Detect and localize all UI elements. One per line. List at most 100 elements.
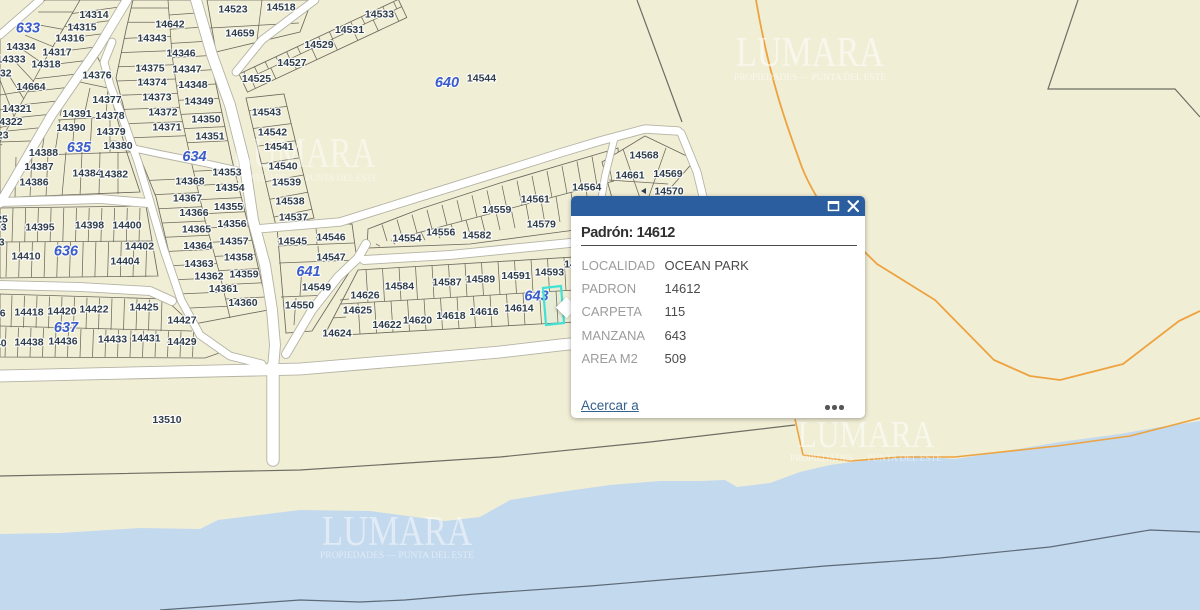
svg-text:14523: 14523 [218,4,247,16]
svg-text:14334: 14334 [6,41,35,53]
svg-text:14422: 14422 [79,304,108,316]
svg-text:14431: 14431 [131,333,160,345]
svg-text:14429: 14429 [167,336,196,348]
svg-text:14323: 14323 [0,130,9,142]
svg-text:14626: 14626 [350,290,379,302]
svg-text:14438: 14438 [14,337,43,349]
svg-text:14368: 14368 [175,176,204,188]
svg-text:14314: 14314 [79,9,108,21]
svg-text:640: 640 [435,75,459,91]
svg-text:14518: 14518 [266,2,295,14]
svg-text:635: 635 [67,140,92,156]
svg-text:14363: 14363 [184,258,213,270]
svg-text:14376: 14376 [82,70,111,82]
svg-text:14343: 14343 [137,33,166,45]
svg-text:14427: 14427 [167,315,196,327]
svg-text:14360: 14360 [228,297,257,309]
svg-text:PROPIEDADES — PUNTA DEL ESTE: PROPIEDADES — PUNTA DEL ESTE [320,550,475,560]
svg-text:14420: 14420 [47,306,76,318]
svg-text:14564: 14564 [572,181,601,193]
svg-text:14587: 14587 [432,277,461,289]
svg-text:14542: 14542 [258,127,287,139]
svg-text:14433: 14433 [98,334,127,346]
svg-text:14549: 14549 [302,282,331,294]
svg-text:14372: 14372 [148,107,177,119]
svg-text:14316: 14316 [55,33,84,45]
svg-text:14540: 14540 [268,161,297,173]
svg-text:14545: 14545 [278,236,307,248]
svg-text:14531: 14531 [335,24,364,36]
svg-text:14371: 14371 [152,122,181,134]
svg-text:14380: 14380 [103,140,132,152]
svg-text:14346: 14346 [166,48,195,60]
svg-text:LUMARA: LUMARA [322,509,473,555]
svg-text:LUMARA: LUMARA [798,414,935,456]
svg-text:14625: 14625 [343,305,372,317]
svg-text:14616: 14616 [469,306,498,318]
svg-text:14436: 14436 [48,336,77,348]
svg-text:14614: 14614 [504,303,533,315]
svg-text:14364: 14364 [183,240,212,252]
svg-text:14332: 14332 [0,68,12,80]
svg-text:14333: 14333 [0,54,26,66]
svg-text:14589: 14589 [466,274,495,286]
svg-text:LUMARA: LUMARA [736,30,885,76]
svg-text:14546: 14546 [316,232,345,244]
svg-text:14362: 14362 [194,271,223,283]
svg-text:14317: 14317 [42,47,71,59]
svg-text:14382: 14382 [99,169,128,181]
svg-text:14618: 14618 [436,310,465,322]
svg-text:14358: 14358 [224,252,253,264]
svg-text:14404: 14404 [110,256,139,268]
svg-text:14350: 14350 [191,114,220,126]
svg-text:14388: 14388 [29,147,58,159]
svg-text:LUMARA: LUMARA [233,131,377,177]
svg-text:14539: 14539 [272,177,301,189]
svg-text:PROPIEDADES — PUNTA DEL ESTE: PROPIEDADES — PUNTA DEL ESTE [231,173,379,183]
svg-text:14354: 14354 [215,182,244,194]
svg-text:14582: 14582 [462,229,491,241]
svg-text:14547: 14547 [316,252,345,264]
svg-text:14391: 14391 [62,108,91,120]
svg-text:14579: 14579 [527,219,556,231]
svg-text:PROPIEDADES — PUNTA DEL ESTE: PROPIEDADES — PUNTA DEL ESTE [734,72,887,82]
svg-text:14425: 14425 [129,302,158,314]
svg-text:14355: 14355 [214,201,243,213]
svg-text:14440: 14440 [0,338,7,350]
svg-text:14400: 14400 [112,220,141,232]
svg-text:634: 634 [182,149,206,165]
svg-text:14537: 14537 [279,212,308,224]
svg-text:14386: 14386 [19,177,48,189]
svg-text:14533: 14533 [365,9,394,21]
svg-text:637: 637 [54,320,79,336]
svg-text:14661: 14661 [615,170,644,182]
svg-text:25: 25 [0,214,8,226]
svg-text:14559: 14559 [482,204,511,216]
svg-text:14416: 14416 [0,308,6,320]
svg-text:633: 633 [16,21,40,37]
svg-text:14529: 14529 [304,39,333,51]
svg-text:14659: 14659 [225,28,254,40]
svg-text:14642: 14642 [155,19,184,31]
svg-text:14556: 14556 [426,227,455,239]
svg-text:14584: 14584 [385,281,414,293]
svg-text:14318: 14318 [31,59,60,71]
svg-text:14622: 14622 [372,319,401,331]
svg-text:14568: 14568 [629,150,658,162]
svg-text:14664: 14664 [16,81,45,93]
svg-text:14356: 14356 [217,218,246,230]
svg-text:14402: 14402 [125,241,154,253]
svg-text:14373: 14373 [142,92,171,104]
svg-text:14624: 14624 [322,328,351,340]
svg-text:14543: 14543 [252,107,281,119]
svg-text:14538: 14538 [275,196,304,208]
svg-text:14379: 14379 [96,126,125,138]
svg-text:14544: 14544 [467,73,496,85]
svg-text:14591: 14591 [501,270,530,282]
svg-text:14321: 14321 [2,103,31,115]
svg-text:14353: 14353 [212,167,241,179]
svg-text:PROPIEDADES — PUNTA DEL ESTE: PROPIEDADES — PUNTA DEL ESTE [790,453,943,463]
svg-text:636: 636 [54,244,79,260]
svg-text:14527: 14527 [277,57,306,69]
svg-text:13510: 13510 [152,414,181,426]
